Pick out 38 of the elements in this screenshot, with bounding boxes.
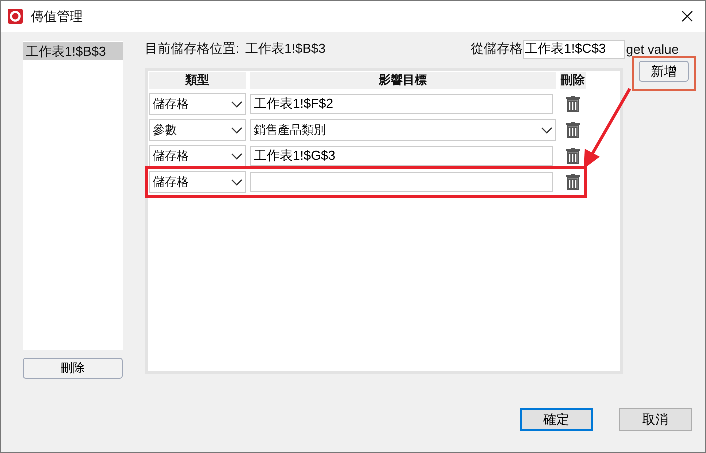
chevron-icon [231, 100, 243, 108]
cancel-button[interactable]: 取消 [619, 408, 692, 431]
type-dropdown[interactable]: 儲存格 [149, 171, 246, 193]
window-title: 傳值管理 [31, 8, 83, 26]
source-suffix: get value [626, 42, 679, 56]
chevron-icon [231, 126, 243, 134]
type-dropdown[interactable]: 參數 [149, 119, 246, 141]
sheet-list[interactable]: 工作表1!$B$3 [23, 41, 123, 350]
close-icon [682, 11, 692, 22]
delete-row-button[interactable] [566, 122, 580, 138]
current-cell-label: 目前儲存格位置: [145, 40, 240, 58]
chevron-icon [231, 178, 243, 186]
trash-icon [566, 122, 580, 138]
chevron-icon [541, 126, 553, 134]
chevron-icon [231, 152, 243, 160]
column-header: 類型 [149, 72, 246, 89]
delete-row-button[interactable] [566, 174, 580, 190]
target-field[interactable] [250, 172, 553, 192]
delete-row-button[interactable] [566, 96, 580, 112]
delete-button[interactable]: 刪除 [23, 358, 123, 379]
list-item[interactable]: 工作表1!$B$3 [23, 42, 123, 60]
target-dropdown[interactable]: 銷售產品類別 [250, 119, 556, 141]
source-label: 從儲存格 [471, 40, 524, 58]
trash-icon [566, 174, 580, 190]
target-field[interactable]: 工作表1!$G$3 [250, 146, 553, 166]
target-field[interactable]: 工作表1!$F$2 [250, 94, 553, 114]
column-header: 刪除 [560, 72, 586, 89]
type-dropdown[interactable]: 儲存格 [149, 93, 246, 115]
delete-row-button[interactable] [566, 148, 580, 164]
column-header: 影響目標 [250, 72, 556, 89]
source-field[interactable]: 工作表1!$C$3 [523, 40, 626, 58]
type-dropdown[interactable]: 儲存格 [149, 145, 246, 167]
trash-icon [566, 96, 580, 112]
trash-icon [566, 148, 580, 164]
current-cell-value: 工作表1!$B$3 [246, 40, 326, 58]
app-icon [8, 9, 23, 24]
ok-button[interactable]: 確定 [520, 408, 593, 431]
add-button[interactable]: 新增 [639, 61, 689, 82]
